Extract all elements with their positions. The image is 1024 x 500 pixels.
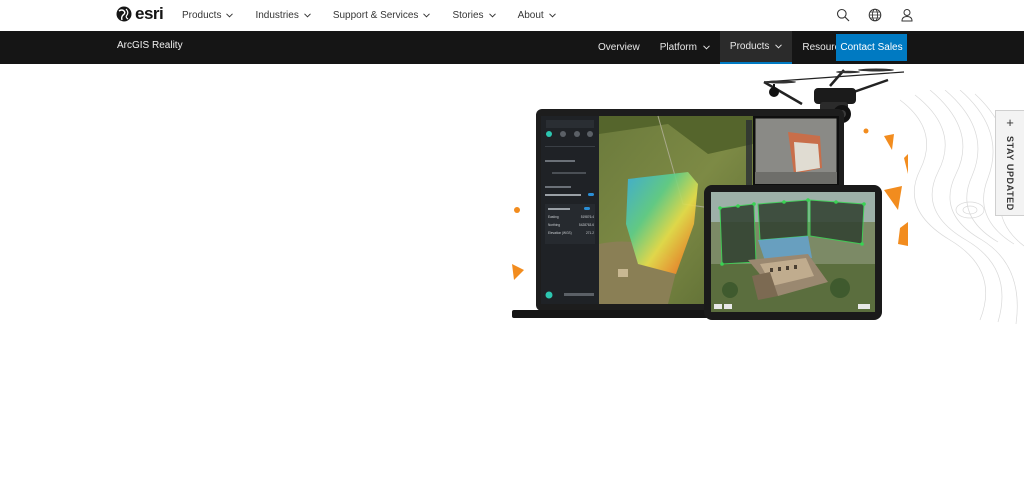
chevron-down-icon bbox=[423, 13, 431, 18]
global-nav: esri Products Industries Support & Servi… bbox=[0, 0, 1024, 31]
accent-dot bbox=[863, 128, 869, 134]
utility-icons bbox=[836, 8, 914, 22]
subnav-item-platform[interactable]: Platform bbox=[650, 31, 720, 64]
subnav-item-label: Overview bbox=[598, 42, 640, 53]
globe-logo-icon bbox=[116, 6, 132, 22]
tablet-device bbox=[704, 185, 882, 320]
chevron-down-icon bbox=[775, 44, 783, 49]
chevron-down-icon bbox=[303, 13, 311, 18]
subnav-item-products[interactable]: Products bbox=[719, 31, 793, 64]
panel-row-value: 5428763.6 bbox=[579, 223, 594, 227]
product-subnav: ArcGIS Reality Overview Platform Product… bbox=[0, 31, 1024, 64]
nav-item-stories[interactable]: Stories bbox=[452, 10, 496, 21]
accent-shape bbox=[884, 186, 902, 210]
chevron-down-icon bbox=[488, 13, 496, 18]
nav-item-support-services[interactable]: Support & Services bbox=[333, 10, 431, 21]
accent-shape bbox=[512, 264, 524, 280]
nav-item-label: Support & Services bbox=[332, 10, 419, 21]
chevron-down-icon bbox=[226, 13, 234, 18]
esri-logo[interactable]: esri bbox=[116, 4, 164, 23]
panel-row-label: Northing bbox=[548, 223, 560, 227]
nav-item-label: Stories bbox=[452, 10, 484, 21]
hero-product-visual: Easting 519876.4 Northing 5428763.6 Elev… bbox=[512, 68, 908, 320]
accent-shape bbox=[884, 134, 894, 150]
nav-item-label: Products bbox=[182, 10, 222, 21]
chevron-down-icon bbox=[548, 13, 556, 18]
panel-row-label: Elevation (WGS) bbox=[548, 231, 572, 235]
accent-shape bbox=[898, 222, 908, 246]
stay-updated-tab[interactable]: + STAY UPDATED bbox=[995, 110, 1024, 216]
accent-dot bbox=[514, 207, 520, 213]
panel-row-value: 271.2 bbox=[586, 231, 594, 235]
global-nav-menu: Products Industries Support & Services S… bbox=[182, 0, 578, 31]
nav-item-label: Industries bbox=[255, 10, 299, 21]
logo-wordmark: esri bbox=[135, 4, 164, 23]
nav-item-about[interactable]: About bbox=[518, 10, 556, 21]
accent-shape bbox=[904, 154, 908, 174]
nav-item-industries[interactable]: Industries bbox=[255, 10, 311, 21]
stay-updated-label: STAY UPDATED bbox=[1005, 135, 1015, 211]
product-title[interactable]: ArcGIS Reality bbox=[117, 40, 183, 51]
chevron-down-icon bbox=[703, 45, 710, 50]
subnav-item-label: Products bbox=[729, 41, 770, 52]
subnav-item-label: Platform bbox=[659, 42, 697, 53]
panel-row-value: 519876.4 bbox=[581, 215, 595, 219]
plus-icon: + bbox=[1006, 115, 1014, 130]
nav-item-products[interactable]: Products bbox=[182, 10, 234, 21]
subnav-item-overview[interactable]: Overview bbox=[588, 31, 650, 64]
panel-row-label: Easting bbox=[548, 215, 559, 219]
contact-sales-button[interactable]: Contact Sales bbox=[836, 34, 907, 61]
globe-icon[interactable] bbox=[868, 8, 882, 22]
product-subnav-menu: Overview Platform Products Resources bbox=[588, 31, 860, 64]
nav-item-label: About bbox=[517, 10, 544, 21]
user-icon[interactable] bbox=[900, 8, 914, 22]
search-icon[interactable] bbox=[836, 8, 850, 22]
